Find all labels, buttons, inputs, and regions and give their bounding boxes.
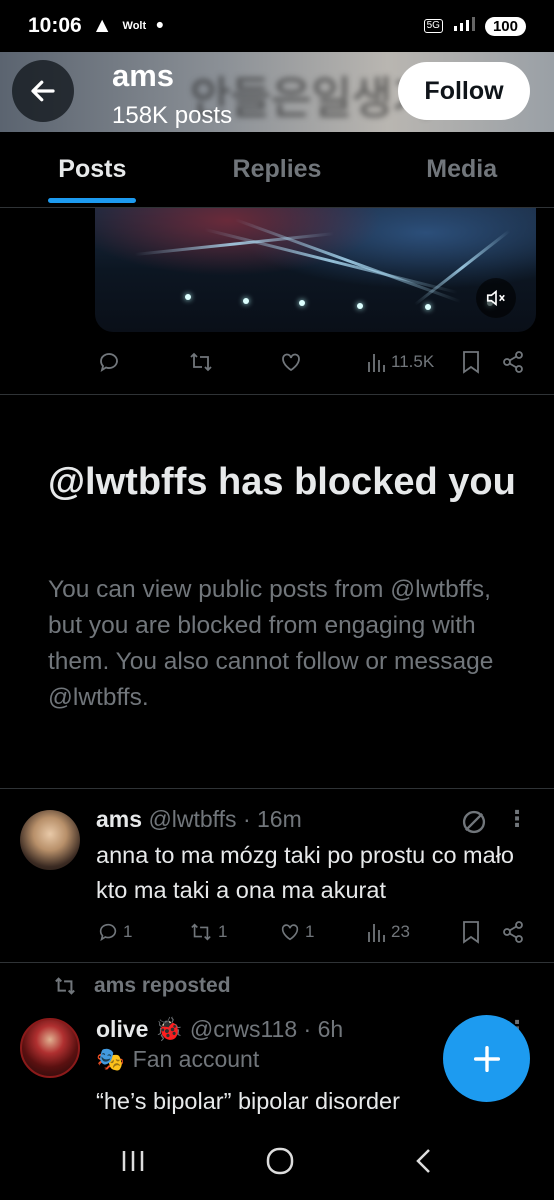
share-icon <box>503 921 523 943</box>
profile-name: ams <box>112 58 175 93</box>
profile-header: 안들은일생기 ams 158K posts Follow <box>0 52 554 132</box>
warning-icon: ▲ <box>91 14 113 37</box>
back-arrow-icon <box>31 80 55 102</box>
repost-icon <box>190 352 212 372</box>
chevron-left-icon <box>415 1148 430 1173</box>
follow-button[interactable]: Follow <box>398 62 530 120</box>
stage-light <box>425 304 431 310</box>
compose-button[interactable] <box>443 1015 530 1102</box>
repost-icon <box>55 977 75 995</box>
wolt-label: Wolt <box>122 20 147 32</box>
divider <box>0 788 554 789</box>
tweet-text: anna to ma mózg taki po prostu co mało k… <box>96 842 514 903</box>
ladybug-icon: 🐞 <box>154 1016 184 1042</box>
signal-icon <box>453 14 475 38</box>
author-name[interactable]: ams <box>96 806 142 832</box>
light-beam <box>204 228 458 294</box>
avatar[interactable] <box>20 1018 80 1078</box>
more-icon[interactable]: ⋮ <box>506 806 528 832</box>
like-icon <box>281 924 299 941</box>
post-video[interactable] <box>95 208 536 332</box>
status-bar: 10:06 ▲ Wolt • 5G 100 <box>0 0 554 52</box>
system-nav-bar <box>0 1126 554 1200</box>
share-button[interactable] <box>501 350 525 374</box>
theater-masks-icon: 🎭 <box>96 1046 125 1072</box>
home-icon <box>266 1147 294 1174</box>
post-actions: 11.5K <box>95 342 536 382</box>
blocked-title: @lwtbffs has blocked you <box>48 461 516 503</box>
tweet-actions: 1 1 1 23 <box>95 912 536 952</box>
repost-button[interactable] <box>188 350 214 374</box>
repost-indicator: ams reposted <box>52 974 231 998</box>
views-icon <box>368 924 385 942</box>
bookmark-icon <box>463 921 479 944</box>
stage-light <box>185 294 191 300</box>
reply-button[interactable]: 1 <box>97 921 132 943</box>
views-button[interactable]: 11.5K <box>367 351 434 373</box>
fan-badge: 🎭 Fan account <box>96 1046 259 1073</box>
bookmark-icon <box>463 351 479 374</box>
recent-apps-icon <box>123 1150 144 1171</box>
repost-count: 1 <box>218 922 228 941</box>
blocked-body: You can view public posts from @lwtbffs,… <box>48 576 494 711</box>
reply-button[interactable] <box>97 350 121 374</box>
compose-plus-icon <box>473 1045 500 1072</box>
home-button[interactable] <box>265 1146 295 1181</box>
reply-icon <box>100 353 118 372</box>
tweet-header: olive 🐞 @crws118 · 6h <box>96 1016 343 1043</box>
battery-indicator: 100 <box>484 16 526 36</box>
posts-count: 158K posts <box>112 102 233 129</box>
tab-posts[interactable]: Posts <box>0 132 185 207</box>
tab-media[interactable]: Media <box>369 132 554 207</box>
tweet-header: ams @lwtbffs · 16m <box>96 806 302 833</box>
avatar[interactable] <box>20 810 80 870</box>
views-button[interactable]: 23 <box>367 921 410 943</box>
tab-replies[interactable]: Replies <box>185 132 370 207</box>
back-nav-button[interactable] <box>412 1146 436 1181</box>
views-count: 23 <box>391 922 410 941</box>
fan-label: Fan account <box>132 1046 260 1072</box>
divider <box>0 394 554 395</box>
like-icon <box>282 353 300 372</box>
mute-button[interactable] <box>476 278 516 318</box>
stage-light <box>299 300 305 306</box>
tweet-time: · 6h <box>303 1016 344 1042</box>
back-button[interactable] <box>12 60 74 122</box>
like-count: 1 <box>305 922 315 941</box>
dot-icon: • <box>156 14 164 37</box>
repost-button[interactable]: 1 <box>188 921 227 943</box>
tweet-time: · 16m <box>242 806 302 832</box>
stage-light <box>243 298 249 304</box>
views-icon <box>368 354 385 372</box>
share-icon <box>503 351 523 373</box>
repost-icon <box>191 923 211 941</box>
recent-apps-button[interactable] <box>118 1147 148 1180</box>
bookmark-button[interactable] <box>461 920 481 944</box>
like-button[interactable]: 1 <box>279 921 314 943</box>
like-button[interactable] <box>279 350 303 374</box>
status-time: 10:06 <box>28 14 82 37</box>
stage-light <box>357 303 363 309</box>
reply-icon <box>99 923 117 942</box>
repost-label[interactable]: ams reposted <box>94 974 231 998</box>
share-button[interactable] <box>501 920 525 944</box>
author-handle[interactable]: @lwtbffs <box>148 806 236 832</box>
author-handle[interactable]: @crws118 <box>190 1016 297 1042</box>
network-badge: 5G <box>423 19 443 33</box>
bookmark-button[interactable] <box>461 350 481 374</box>
light-beam <box>234 218 462 303</box>
mute-icon <box>486 289 505 307</box>
author-name[interactable]: olive <box>96 1016 148 1042</box>
divider <box>0 962 554 963</box>
profile-tabs: Posts Replies Media <box>0 132 554 208</box>
no-entry-icon[interactable] <box>460 808 488 841</box>
views-count: 11.5K <box>391 352 435 371</box>
reply-count: 1 <box>123 922 133 941</box>
